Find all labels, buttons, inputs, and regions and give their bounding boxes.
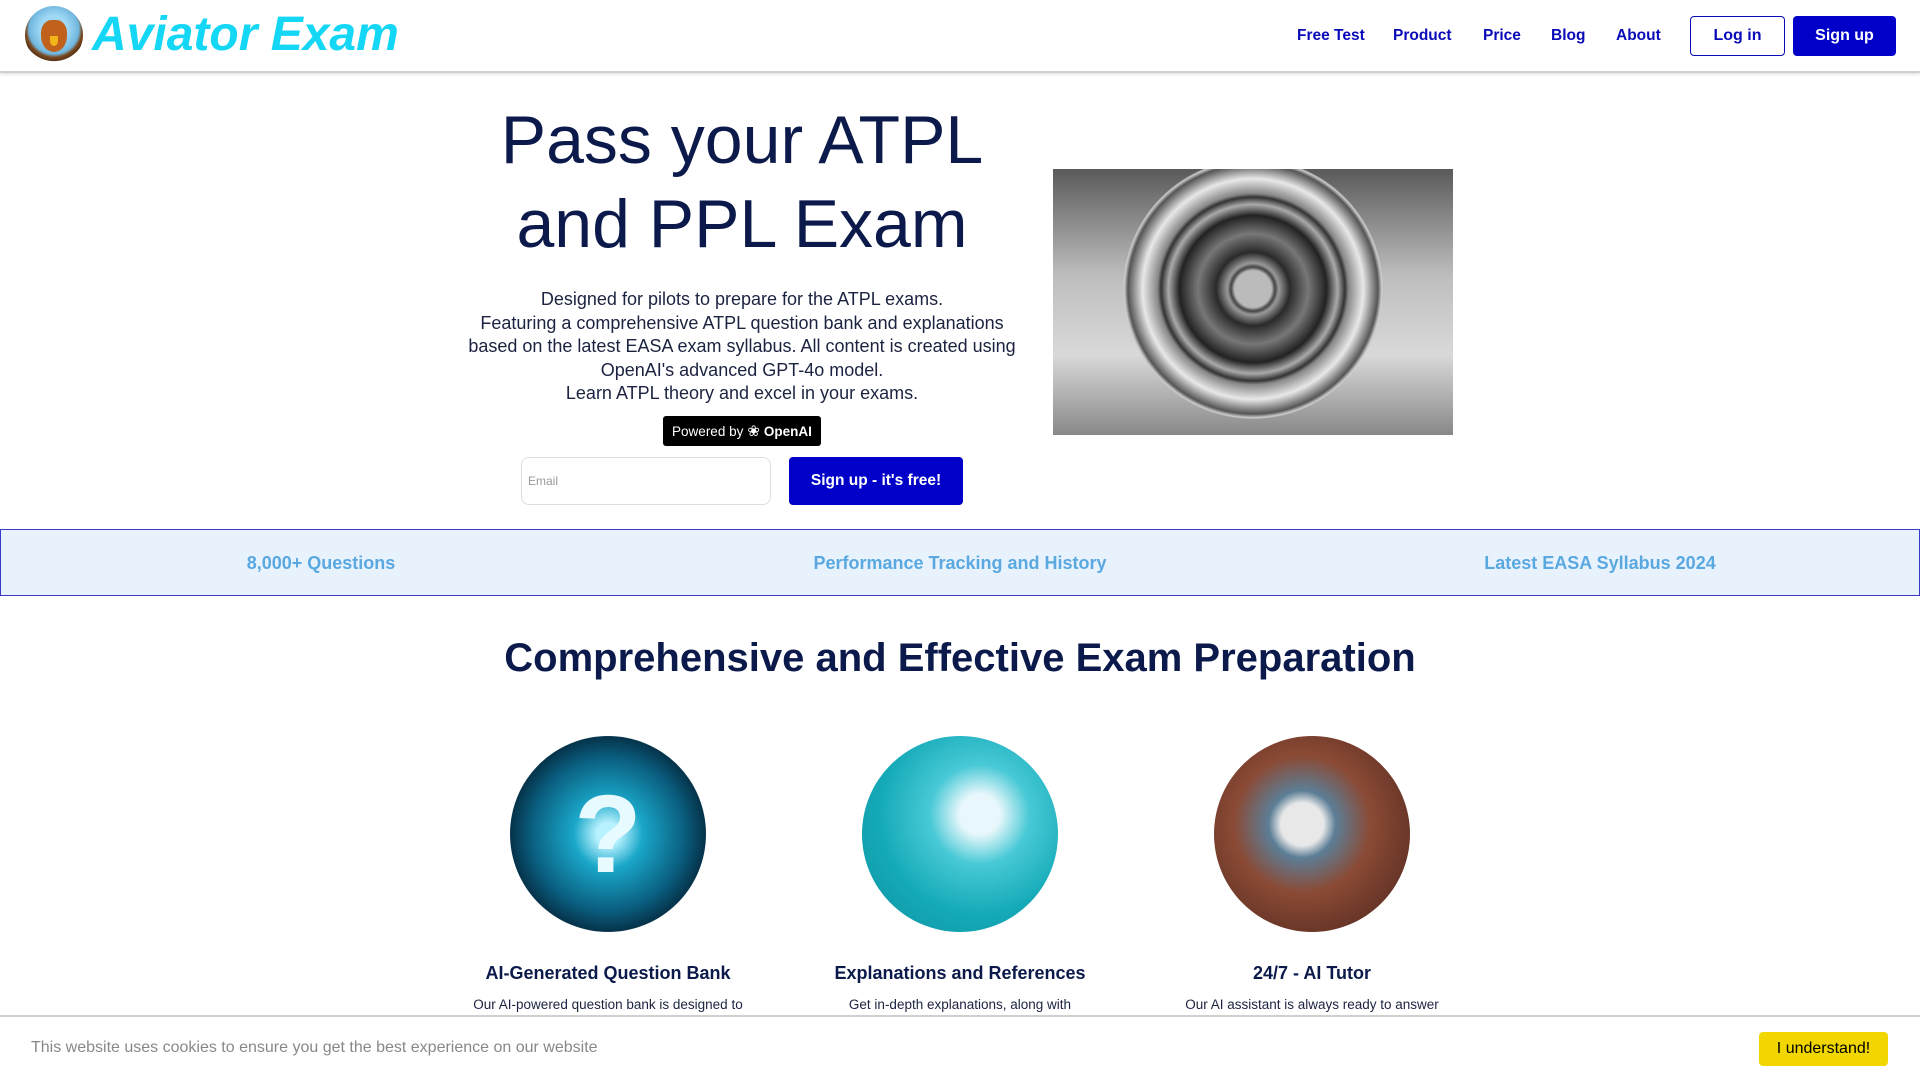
hero-title-line: Pass your ATPL	[500, 102, 984, 178]
eagle-logo-icon[interactable]	[25, 6, 83, 64]
jet-engine-image	[1053, 169, 1453, 435]
hero-text-line: Featuring a comprehensive ATPL question …	[480, 312, 1004, 333]
hero-text-line: Learn ATPL theory and excel in your exam…	[565, 383, 919, 404]
nav-free-test[interactable]: Free Test	[1297, 27, 1365, 45]
card-description: Get in-depth explanations, along with	[848, 997, 1072, 1012]
feature-questions: 8,000+ Questions	[246, 553, 396, 573]
badge-brand: OpenAI	[763, 423, 812, 439]
feature-syllabus: Latest EASA Syllabus 2024	[1484, 553, 1716, 573]
features-strip: 8,000+ Questions Performance Tracking an…	[0, 529, 1920, 596]
nav-price[interactable]: Price	[1483, 27, 1521, 45]
card-description: Our AI-powered question bank is designed…	[473, 997, 743, 1012]
brand-name[interactable]: Aviator Exam	[92, 6, 399, 64]
signup-free-button[interactable]: Sign up - it's free!	[789, 457, 963, 505]
cookie-text: This website uses cookies to ensure you …	[31, 1039, 598, 1056]
hero-title: Pass your ATPL and PPL Exam	[442, 98, 1042, 266]
cookie-banner: This website uses cookies to ensure you …	[0, 1015, 1920, 1080]
hero-text-line: Designed for pilots to prepare for the A…	[540, 289, 944, 309]
header: Aviator Exam Free Test Product Price Blo…	[0, 0, 1920, 73]
openai-logo-icon: ❀	[747, 423, 760, 440]
hero-text-line: OpenAI's advanced GPT-4o model.	[600, 359, 884, 380]
section-title: Comprehensive and Effective Exam Prepara…	[504, 636, 1416, 680]
robot-tutor-image	[1214, 736, 1410, 932]
nav-product[interactable]: Product	[1393, 27, 1452, 45]
hero-title-line: and PPL Exam	[516, 186, 968, 262]
feature-tracking: Performance Tracking and History	[813, 553, 1107, 573]
gears-head-image	[862, 736, 1058, 932]
card-title: AI-Generated Question Bank	[485, 963, 731, 983]
hero-description: Designed for pilots to prepare for the A…	[442, 288, 1042, 406]
card-description: Our AI assistant is always ready to answ…	[1185, 997, 1439, 1012]
powered-by-openai-badge[interactable]: Powered by ❀ OpenAI	[663, 416, 821, 446]
question-mark-image: ?	[510, 736, 706, 932]
cookie-accept-button[interactable]: I understand!	[1759, 1032, 1888, 1066]
nav-blog[interactable]: Blog	[1551, 27, 1585, 45]
card-title: Explanations and References	[834, 963, 1086, 983]
signup-button[interactable]: Sign up	[1793, 16, 1896, 56]
hero-text-line: based on the latest EASA exam syllabus. …	[468, 336, 1016, 357]
email-input[interactable]	[521, 457, 771, 505]
login-button[interactable]: Log in	[1690, 16, 1785, 56]
nav-about[interactable]: About	[1616, 27, 1661, 45]
card-title: 24/7 - AI Tutor	[1252, 963, 1371, 983]
badge-prefix: Powered by	[672, 423, 744, 439]
